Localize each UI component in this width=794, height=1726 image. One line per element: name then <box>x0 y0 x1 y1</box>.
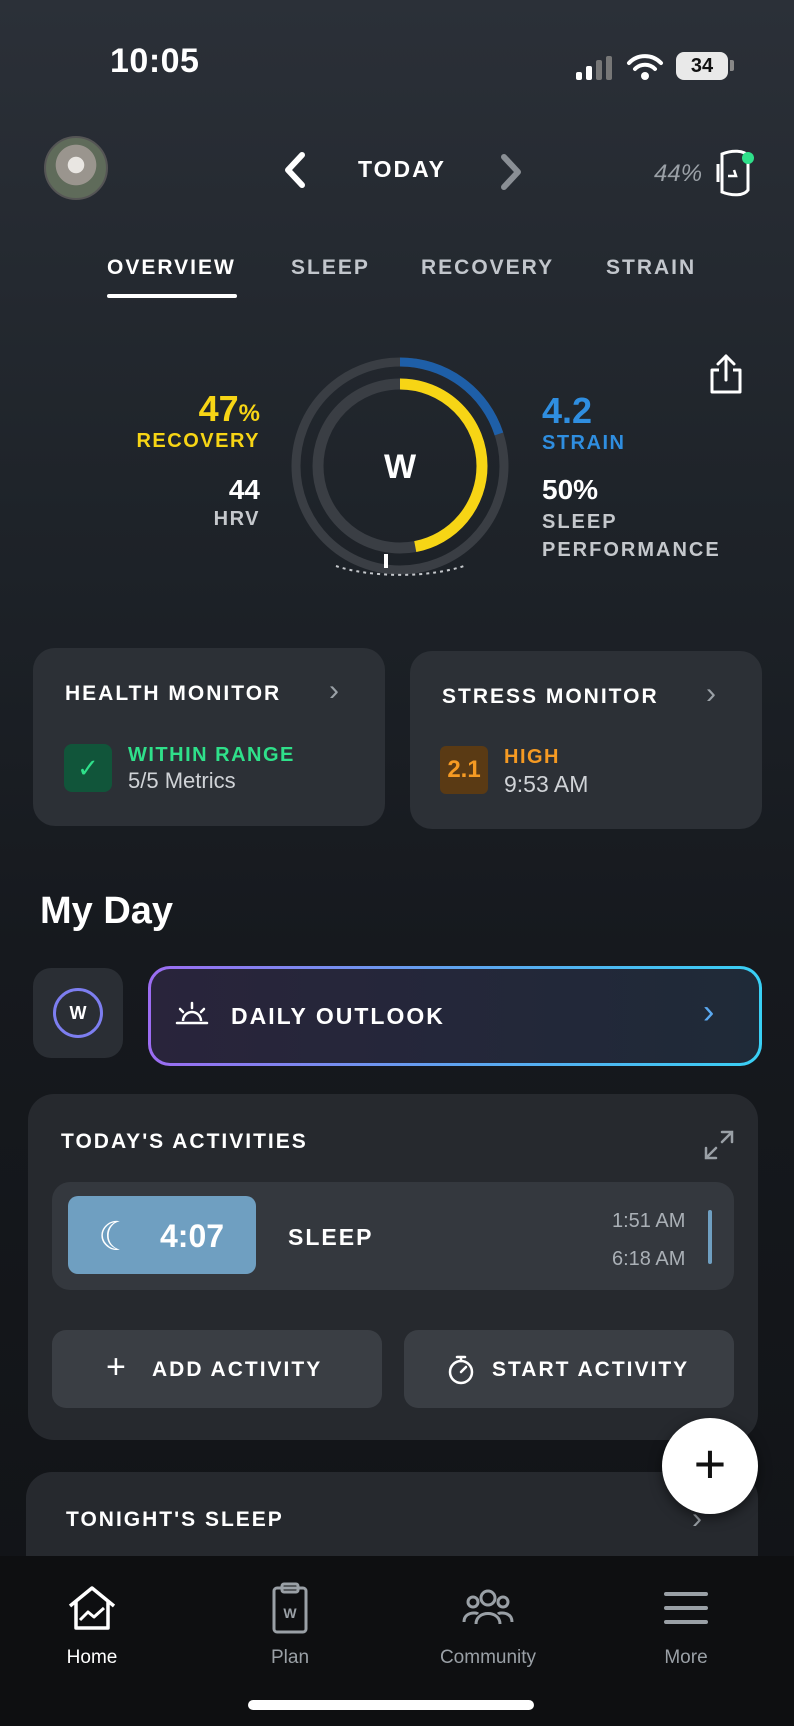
add-fab-button[interactable]: + <box>662 1418 758 1514</box>
chevron-right-icon: › <box>329 674 339 707</box>
chevron-right-icon[interactable] <box>498 154 524 190</box>
tab-home[interactable]: Home <box>32 1580 152 1669</box>
tab-strain[interactable]: STRAIN <box>606 256 696 280</box>
whoop-coach-button[interactable]: W <box>33 968 123 1058</box>
status-time: 10:05 <box>110 42 200 80</box>
my-day-heading: My Day <box>40 890 174 932</box>
svg-text:W: W <box>283 1605 297 1621</box>
signal-icon <box>576 56 612 80</box>
chevron-right-icon: › <box>706 677 716 710</box>
recovery-label: RECOVERY <box>136 430 260 452</box>
sunrise-icon <box>175 1001 209 1025</box>
health-monitor-card[interactable]: HEALTH MONITOR › <box>33 648 385 826</box>
plus-icon: + <box>106 1348 126 1386</box>
start-activity-label: START ACTIVITY <box>492 1358 690 1381</box>
moon-icon: ☾ <box>98 1215 134 1259</box>
start-activity-button[interactable]: START ACTIVITY <box>404 1330 734 1408</box>
activity-row[interactable]: ☾ 4:07 SLEEP 1:51 AM 6:18 AM <box>52 1182 734 1290</box>
health-metrics: 5/5 Metrics <box>128 768 236 793</box>
tab-overview[interactable]: OVERVIEW <box>107 256 236 280</box>
chevron-right-icon: › <box>703 993 715 1031</box>
sleep-performance-label: SLEEP PERFORMANCE <box>542 511 721 561</box>
activity-start-time: 1:51 AM <box>612 1210 686 1232</box>
community-icon <box>462 1589 514 1625</box>
stress-time: 9:53 AM <box>504 771 589 797</box>
health-monitor-title: HEALTH MONITOR <box>65 682 282 705</box>
strain-value[interactable]: 4.2 <box>542 390 592 432</box>
daily-outlook-button[interactable]: DAILY OUTLOOK › <box>148 966 762 1066</box>
tab-more[interactable]: More <box>626 1580 746 1669</box>
activity-end-time: 6:18 AM <box>612 1248 686 1270</box>
activity-duration: 4:07 <box>160 1218 225 1254</box>
add-activity-button[interactable]: + ADD ACTIVITY <box>52 1330 382 1408</box>
activities-card: TODAY'S ACTIVITIES ☾ 4:07 SLEEP 1:51 AM … <box>28 1094 758 1440</box>
device-battery: 44% <box>654 160 703 187</box>
recovery-value[interactable]: 47% <box>150 388 260 430</box>
tonights-sleep-title: TONIGHT'S SLEEP <box>66 1508 284 1531</box>
daily-outlook-label: DAILY OUTLOOK <box>231 1003 445 1029</box>
app-screen: 10:05 34 TODAY 44% OVERVIEW SLEEP RECOVE… <box>0 0 794 1726</box>
clipboard-icon: W <box>272 1582 308 1634</box>
tab-sleep[interactable]: SLEEP <box>291 256 370 280</box>
hrv-label: HRV <box>213 508 260 530</box>
stress-monitor-card[interactable]: STRESS MONITOR › <box>410 651 762 829</box>
wifi-icon <box>627 54 663 80</box>
tab-community[interactable]: Community <box>428 1580 548 1669</box>
battery-tip <box>730 60 734 71</box>
check-icon: ✓ <box>64 744 112 792</box>
expand-icon[interactable] <box>702 1128 736 1162</box>
tab-plan[interactable]: W Plan <box>230 1580 350 1669</box>
wearable-device-icon[interactable] <box>714 148 754 198</box>
health-status: WITHIN RANGE <box>128 744 295 766</box>
stress-score: 2.1 <box>440 746 488 794</box>
overview-gauge[interactable]: W <box>290 356 510 596</box>
activity-duration-pill: ☾ 4:07 <box>68 1196 256 1274</box>
avatar[interactable] <box>44 136 108 200</box>
battery-indicator: 34 <box>676 52 728 80</box>
strain-label: STRAIN <box>542 432 626 454</box>
tab-underline <box>107 294 237 298</box>
chevron-left-icon[interactable] <box>282 152 308 188</box>
activities-title: TODAY'S ACTIVITIES <box>61 1130 308 1153</box>
activity-timeline-bar <box>708 1210 712 1264</box>
home-indicator <box>248 1700 534 1710</box>
stress-level: HIGH <box>504 746 560 768</box>
whoop-logo-icon: W <box>53 988 103 1038</box>
menu-icon <box>664 1592 708 1624</box>
activity-name: SLEEP <box>288 1224 374 1250</box>
hrv-value: 44 <box>228 474 260 505</box>
whoop-logo-icon: W <box>384 448 417 486</box>
date-title: TODAY <box>358 156 446 182</box>
sleep-performance-value[interactable]: 50% <box>542 474 598 506</box>
add-activity-label: ADD ACTIVITY <box>152 1358 323 1381</box>
stopwatch-icon <box>448 1355 474 1385</box>
stress-monitor-title: STRESS MONITOR <box>442 685 659 708</box>
tab-recovery[interactable]: RECOVERY <box>421 256 554 280</box>
share-icon[interactable] <box>708 352 744 396</box>
home-icon <box>68 1586 116 1630</box>
